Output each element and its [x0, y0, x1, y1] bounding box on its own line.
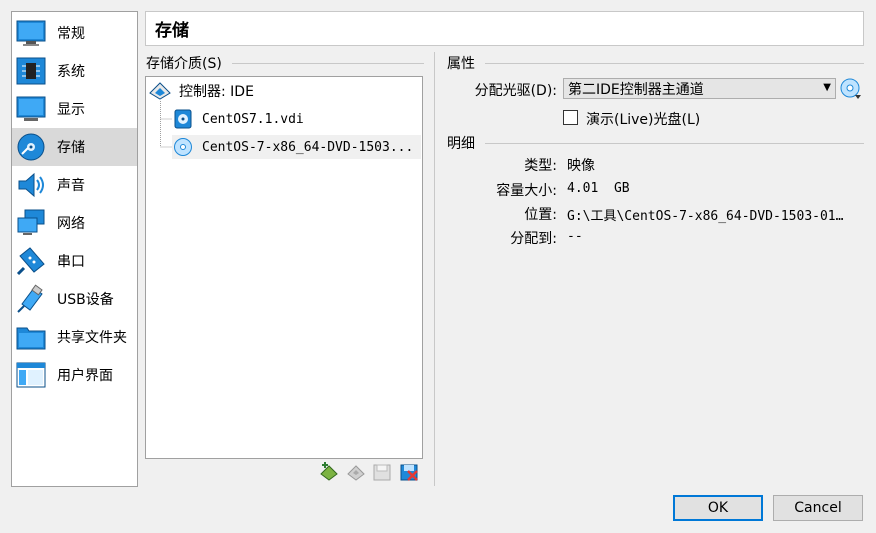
shared-folder-icon [15, 321, 47, 353]
settings-sidebar: 常规 系统 显示 存储 声音 网络 串口 USB设备 共享文件夹 用户界面 [11, 11, 138, 487]
attached-label: 分配到: [510, 231, 557, 247]
sidebar-item-label: USB设备 [57, 292, 114, 308]
sidebar-item-audio[interactable]: 声音 [12, 166, 137, 204]
location-label: 位置: [524, 207, 557, 223]
ok-button[interactable]: OK [673, 495, 763, 521]
storage-icon [15, 131, 47, 163]
storage-media-label: 存储介质(S) [146, 56, 222, 72]
remove-controller-button[interactable] [398, 463, 420, 485]
drive-label: 分配光驱(D): [474, 83, 557, 99]
audio-icon [15, 169, 47, 201]
sidebar-item-label: 共享文件夹 [57, 330, 127, 346]
choose-disk-button[interactable] [840, 78, 862, 100]
sidebar-item-user-interface[interactable]: 用户界面 [12, 356, 137, 394]
network-icon [15, 207, 47, 239]
sidebar-item-label: 声音 [57, 178, 85, 194]
tree-controller-ide[interactable]: 控制器: IDE [149, 79, 254, 103]
remove-controller-icon [399, 462, 419, 486]
sidebar-item-serial-port[interactable]: 串口 [12, 242, 137, 280]
chevron-down-icon: ▼ [823, 82, 831, 93]
attributes-header: 属性 [447, 53, 864, 73]
add-attachment-button[interactable] [345, 463, 367, 485]
storage-media-header: 存储介质(S) [146, 53, 424, 73]
device-name: CentOS7.1.vdi [202, 111, 304, 127]
remove-attachment-icon [372, 462, 392, 486]
sidebar-item-shared-folder[interactable]: 共享文件夹 [12, 318, 137, 356]
live-cd-label: 演示(Live)光盘(L) [586, 112, 701, 128]
general-icon [15, 17, 47, 49]
sidebar-item-label: 网络 [57, 216, 85, 232]
storage-tree[interactable]: 控制器: IDE CentOS7.1.vdi CentOS-7-x86_64-D… [145, 76, 423, 459]
type-value: 映像 [567, 158, 595, 174]
details-header: 明细 [447, 133, 864, 153]
remove-attachment-button[interactable] [371, 463, 393, 485]
sidebar-item-storage[interactable]: 存储 [12, 128, 137, 166]
cancel-button[interactable]: Cancel [773, 495, 863, 521]
sidebar-item-general[interactable]: 常规 [12, 14, 137, 52]
add-controller-icon [319, 462, 339, 486]
add-attachment-icon [346, 462, 366, 486]
panel-divider [434, 52, 435, 486]
sidebar-item-label: 串口 [57, 254, 85, 270]
optical-drive-select[interactable]: 第二IDE控制器主通道 ▼ [563, 78, 836, 99]
size-label: 容量大小: [496, 183, 557, 199]
sidebar-item-label: 用户界面 [57, 368, 113, 384]
divider [231, 62, 424, 64]
tree-device-optical[interactable]: CentOS-7-x86_64-DVD-1503... [172, 135, 421, 159]
sidebar-item-label: 显示 [57, 102, 85, 118]
sidebar-item-label: 系统 [57, 64, 85, 80]
sidebar-item-usb[interactable]: USB设备 [12, 280, 137, 318]
live-cd-checkbox[interactable] [563, 110, 578, 125]
page-title: 存储 [155, 21, 189, 41]
sidebar-item-display[interactable]: 显示 [12, 90, 137, 128]
divider [485, 142, 864, 144]
optical-disc-menu-icon [840, 78, 862, 104]
size-value: 4.01 GB [567, 181, 630, 196]
serial-port-icon [15, 245, 47, 277]
sidebar-item-label: 存储 [57, 140, 85, 156]
controller-ide-icon [149, 81, 171, 101]
attributes-label: 属性 [447, 56, 475, 72]
display-icon [15, 93, 47, 125]
controller-label: 控制器: IDE [179, 84, 254, 100]
user-interface-icon [15, 359, 47, 391]
attached-value: -- [567, 229, 583, 244]
add-controller-button[interactable] [318, 462, 340, 486]
location-value: G:\工具\CentOS-7-x86_64-DVD-1503-01… [567, 209, 844, 224]
sidebar-item-label: 常规 [57, 26, 85, 42]
type-label: 类型: [524, 158, 557, 174]
hard-disk-icon [172, 109, 194, 129]
optical-disc-icon [172, 137, 194, 157]
divider [485, 62, 864, 64]
sidebar-item-network[interactable]: 网络 [12, 204, 137, 242]
tree-device-hdd[interactable]: CentOS7.1.vdi [172, 107, 420, 131]
system-icon [15, 55, 47, 87]
details-label: 明细 [447, 136, 475, 152]
sidebar-item-system[interactable]: 系统 [12, 52, 137, 90]
usb-icon [15, 283, 47, 315]
optical-drive-value: 第二IDE控制器主通道 [568, 81, 704, 98]
page-title-bar: 存储 [145, 11, 864, 46]
device-name: CentOS-7-x86_64-DVD-1503... [202, 139, 414, 155]
